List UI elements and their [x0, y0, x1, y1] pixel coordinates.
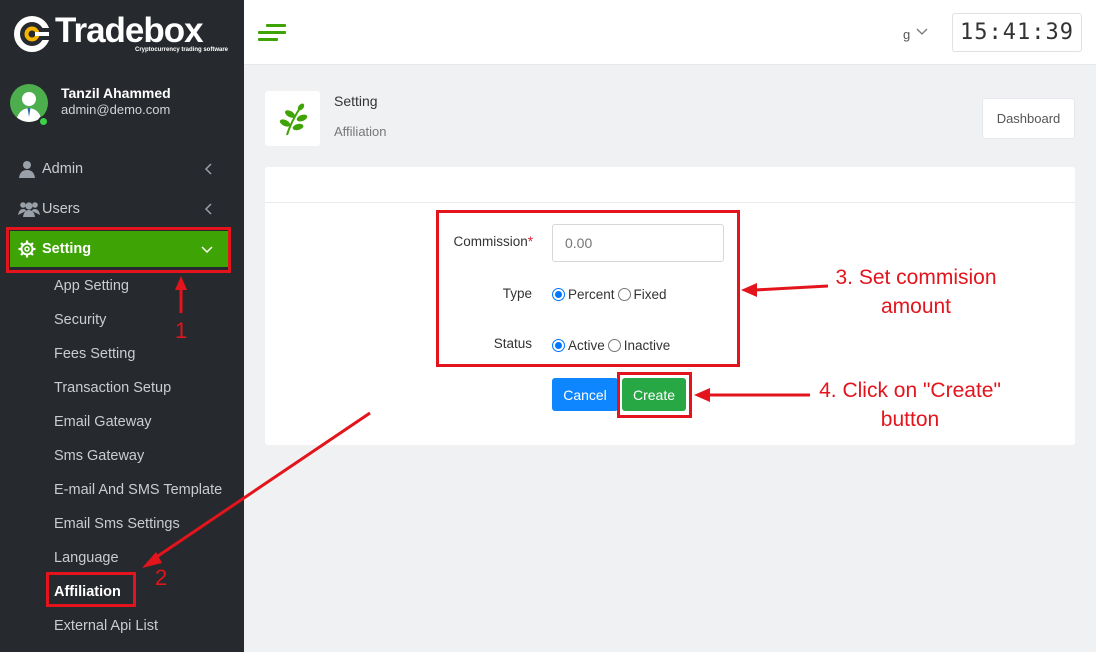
- user-icon: [18, 160, 42, 178]
- sidebar-subitem-email-sms-template[interactable]: E-mail And SMS Template: [54, 481, 222, 499]
- annotation-step4-line1: 4. Click on "Create": [819, 379, 1001, 402]
- digital-clock: 15:41:39: [952, 13, 1082, 52]
- brand-part1: Trade: [55, 11, 144, 50]
- brand-part2: box: [143, 11, 203, 50]
- annotation-step4-line2: button: [880, 408, 940, 431]
- annotation-step1: 1: [175, 318, 188, 343]
- annotation-step2: 2: [155, 565, 168, 590]
- sidebar-subitem-fees-setting[interactable]: Fees Setting: [54, 345, 135, 363]
- annotation-step3-line2: amount: [880, 295, 952, 318]
- user-email: admin@demo.com: [61, 102, 171, 117]
- page-header-icon-box: [265, 91, 320, 146]
- sidebar-item-label: Admin: [42, 161, 84, 177]
- annotation-box-create: [617, 372, 692, 418]
- card-header: [265, 167, 1075, 203]
- brand-tagline: Cryptocurrency trading software: [135, 47, 229, 53]
- menu-toggle-icon[interactable]: [258, 24, 286, 42]
- chevron-down-icon: [916, 28, 928, 35]
- annotation-box-affiliation: [46, 572, 136, 607]
- sidebar-item-users[interactable]: Users: [10, 191, 228, 227]
- chevron-left-icon: [204, 163, 212, 175]
- users-icon: [18, 201, 42, 217]
- leaf-icon: [279, 103, 307, 135]
- sidebar-subitem-security[interactable]: Security: [54, 311, 106, 329]
- annotation-box-form-fields: [436, 210, 740, 367]
- sidebar-subitem-email-sms-settings[interactable]: Email Sms Settings: [54, 515, 180, 533]
- topbar: g 15:41:39: [244, 0, 1096, 65]
- app-root: Tradebox Cryptocurrency trading software…: [0, 0, 1096, 652]
- annotation-box-setting: [6, 227, 231, 273]
- sidebar-subitem-email-gateway[interactable]: Email Gateway: [54, 413, 152, 431]
- chevron-left-icon: [204, 203, 212, 215]
- language-value: g: [903, 27, 911, 42]
- brand-logo[interactable]: Tradebox Cryptocurrency trading software: [13, 11, 228, 56]
- logo-text: Tradebox Cryptocurrency trading software: [55, 11, 228, 54]
- sidebar: Tradebox Cryptocurrency trading software…: [0, 0, 244, 652]
- sidebar-subitem-transaction-setup[interactable]: Transaction Setup: [54, 379, 171, 397]
- sidebar-item-label: Users: [42, 201, 80, 217]
- annotation-step3-line1: 3. Set commision: [835, 266, 997, 289]
- sidebar-subitem-language[interactable]: Language: [54, 549, 119, 567]
- logo-icon: [14, 16, 51, 52]
- user-info: Tanzil Ahammed admin@demo.com: [61, 85, 171, 117]
- annotation-step4: 4. Click on "Create" button: [805, 376, 1015, 434]
- dashboard-button[interactable]: Dashboard: [982, 98, 1075, 139]
- user-name: Tanzil Ahammed: [61, 85, 171, 101]
- page-title: Setting: [334, 93, 378, 109]
- cancel-button[interactable]: Cancel: [552, 378, 618, 411]
- page-subtitle: Affiliation: [334, 124, 387, 139]
- user-panel[interactable]: Tanzil Ahammed admin@demo.com: [10, 84, 171, 127]
- sidebar-item-admin[interactable]: Admin: [10, 151, 228, 187]
- sidebar-subitem-sms-gateway[interactable]: Sms Gateway: [54, 447, 144, 465]
- annotation-step3: 3. Set commision amount: [816, 263, 1016, 321]
- sidebar-subitem-app-setting[interactable]: App Setting: [54, 277, 129, 295]
- online-status-icon: [38, 116, 49, 127]
- sidebar-subitem-external-api-list[interactable]: External Api List: [54, 617, 158, 635]
- language-selector[interactable]: g: [903, 24, 929, 42]
